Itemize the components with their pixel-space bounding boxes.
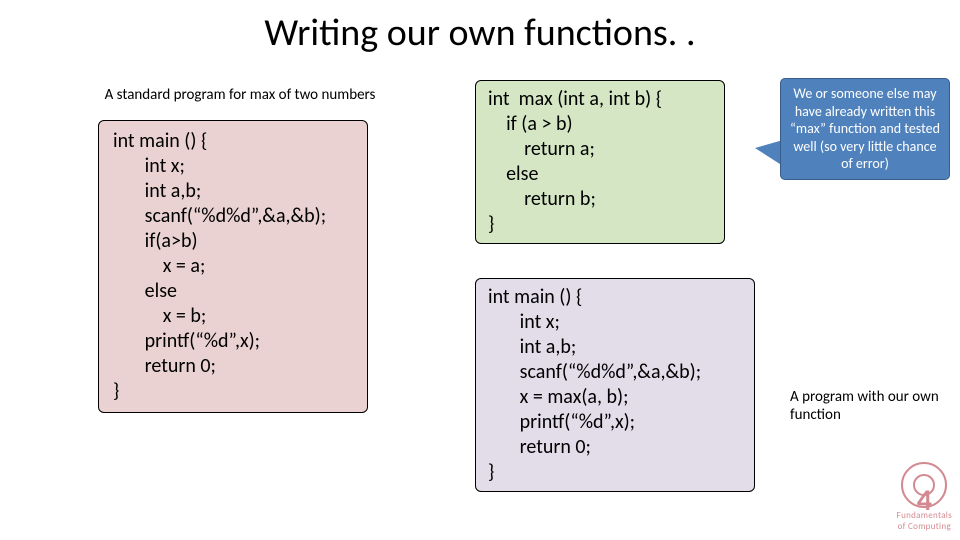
right-code-bottom-block: int main () { int x; int a,b; scanf(“%d%…: [475, 278, 755, 492]
corner-logo: 4 Fundamentals of Computing: [897, 462, 952, 532]
course-text-2: of Computing: [897, 521, 952, 532]
callout-box: We or someone else may have already writ…: [780, 78, 950, 180]
left-code-block: int main () { int x; int a,b; scanf(“%d%…: [98, 120, 368, 413]
callout-arrow-icon: [755, 140, 783, 166]
course-text-1: Fundamentals: [897, 510, 952, 521]
left-caption: A standard program for max of two number…: [80, 86, 400, 104]
right-code-top-block: int max (int a, int b) { if (a > b) retu…: [475, 80, 725, 244]
right-caption: A program with our own function: [790, 388, 940, 424]
seal-icon: [901, 462, 947, 508]
slide-title: Writing our own functions. .: [0, 10, 960, 56]
